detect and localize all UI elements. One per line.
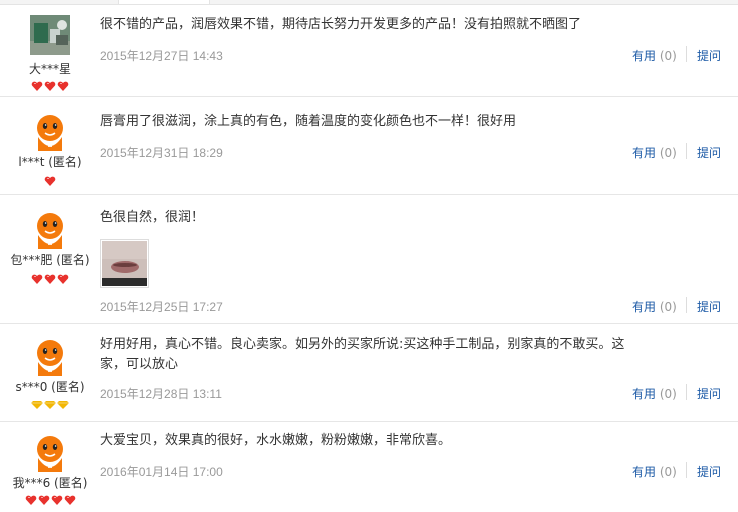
diamond-icon bbox=[31, 401, 43, 409]
review-item: 大***星 很不错的产品，润唇效果不错，期待店长努力开发更多的产品！没有拍照就不… bbox=[0, 4, 738, 97]
useful-count: (0) bbox=[659, 146, 677, 160]
review-item: 我***6 (匿名) 大爱宝贝，效果真的很好，水水嫩嫩，粉粉嫩嫩，非常欣喜。 2… bbox=[0, 422, 738, 512]
heart-icon bbox=[31, 274, 43, 284]
ask-question-link[interactable]: 提问 bbox=[697, 144, 721, 161]
taobao-mascot-icon[interactable] bbox=[30, 111, 70, 151]
heart-icon bbox=[57, 274, 69, 284]
heart-icon bbox=[38, 495, 49, 505]
useful-button[interactable]: 有用 (0) bbox=[632, 298, 677, 315]
avatar[interactable] bbox=[30, 15, 70, 55]
useful-count: (0) bbox=[659, 300, 677, 314]
heart-icon bbox=[51, 495, 62, 505]
buyer-credit-badges bbox=[0, 273, 100, 285]
taobao-mascot-icon[interactable] bbox=[30, 209, 70, 249]
heart-icon bbox=[57, 81, 69, 91]
useful-button[interactable]: 有用 (0) bbox=[632, 47, 677, 64]
diamond-icon bbox=[57, 401, 69, 409]
review-date: 2015年12月25日 17:27 bbox=[100, 300, 223, 314]
divider bbox=[686, 462, 687, 478]
review-content: 色很自然，很润！ bbox=[100, 210, 205, 225]
buyer-credit-badges bbox=[0, 398, 100, 410]
review-item: l***t (匿名) 唇膏用了很滋润，涂上真的有色，随着温度的变化颜色也不一样！… bbox=[0, 97, 738, 195]
useful-count: (0) bbox=[659, 387, 677, 401]
heart-icon bbox=[64, 495, 75, 505]
heart-icon bbox=[25, 495, 36, 505]
review-item: 包***肥 (匿名) 色很自然，很润！ 2015年12月25日 17:27 有用… bbox=[0, 195, 738, 324]
useful-count: (0) bbox=[659, 465, 677, 479]
buyer-credit-badges bbox=[0, 175, 100, 187]
buyer-credit-badges bbox=[0, 494, 100, 506]
heart-icon bbox=[44, 81, 56, 91]
review-item: s***0 (匿名) 好用好用，真心不错。良心卖家。如另外的买家所说:买这种手工… bbox=[0, 324, 738, 422]
useful-count: (0) bbox=[659, 49, 677, 63]
heart-icon bbox=[31, 81, 43, 91]
ask-question-link[interactable]: 提问 bbox=[697, 47, 721, 64]
buyer-credit-badges bbox=[0, 80, 100, 92]
reviewer-name: l***t (匿名) bbox=[18, 155, 82, 169]
useful-label[interactable]: 有用 bbox=[632, 300, 656, 314]
useful-label[interactable]: 有用 bbox=[632, 465, 656, 479]
heart-icon bbox=[44, 176, 56, 186]
ask-question-link[interactable]: 提问 bbox=[697, 463, 721, 480]
useful-button[interactable]: 有用 (0) bbox=[632, 385, 677, 402]
reviewer-name: 我***6 (匿名) bbox=[12, 476, 88, 490]
taobao-mascot-icon[interactable] bbox=[30, 336, 70, 376]
divider bbox=[686, 46, 687, 62]
heart-icon bbox=[44, 274, 56, 284]
review-date: 2016年01月14日 17:00 bbox=[100, 465, 223, 479]
useful-label[interactable]: 有用 bbox=[632, 387, 656, 401]
review-date: 2015年12月28日 13:11 bbox=[100, 387, 222, 401]
ask-question-link[interactable]: 提问 bbox=[697, 385, 721, 402]
reviewer-name: 包***肥 (匿名) bbox=[10, 253, 90, 267]
reviewer-name: 大***星 bbox=[28, 62, 71, 76]
lips-photo bbox=[102, 241, 147, 286]
review-content: 好用好用，真心不错。良心卖家。如另外的买家所说:买这种手工制品，别家真的不敢买。… bbox=[100, 337, 625, 372]
divider bbox=[686, 143, 687, 159]
useful-label[interactable]: 有用 bbox=[632, 146, 656, 160]
divider bbox=[686, 297, 687, 313]
useful-button[interactable]: 有用 (0) bbox=[632, 463, 677, 480]
review-date: 2015年12月27日 14:43 bbox=[100, 49, 223, 63]
review-content: 很不错的产品，润唇效果不错，期待店长努力开发更多的产品！没有拍照就不晒图了 bbox=[100, 17, 582, 32]
review-date: 2015年12月31日 18:29 bbox=[100, 146, 223, 160]
diamond-icon bbox=[44, 401, 56, 409]
useful-button[interactable]: 有用 (0) bbox=[632, 144, 677, 161]
taobao-mascot-icon[interactable] bbox=[30, 432, 70, 472]
divider bbox=[686, 384, 687, 400]
review-content: 唇膏用了很滋润，涂上真的有色，随着温度的变化颜色也不一样！很好用 bbox=[100, 114, 517, 129]
useful-label[interactable]: 有用 bbox=[632, 49, 656, 63]
ask-question-link[interactable]: 提问 bbox=[697, 298, 721, 315]
reviewer-name: s***0 (匿名) bbox=[15, 380, 85, 394]
review-photo-thumbnail[interactable] bbox=[100, 239, 149, 288]
review-content: 大爱宝贝，效果真的很好，水水嫩嫩，粉粉嫩嫩，非常欣喜。 bbox=[100, 433, 452, 448]
